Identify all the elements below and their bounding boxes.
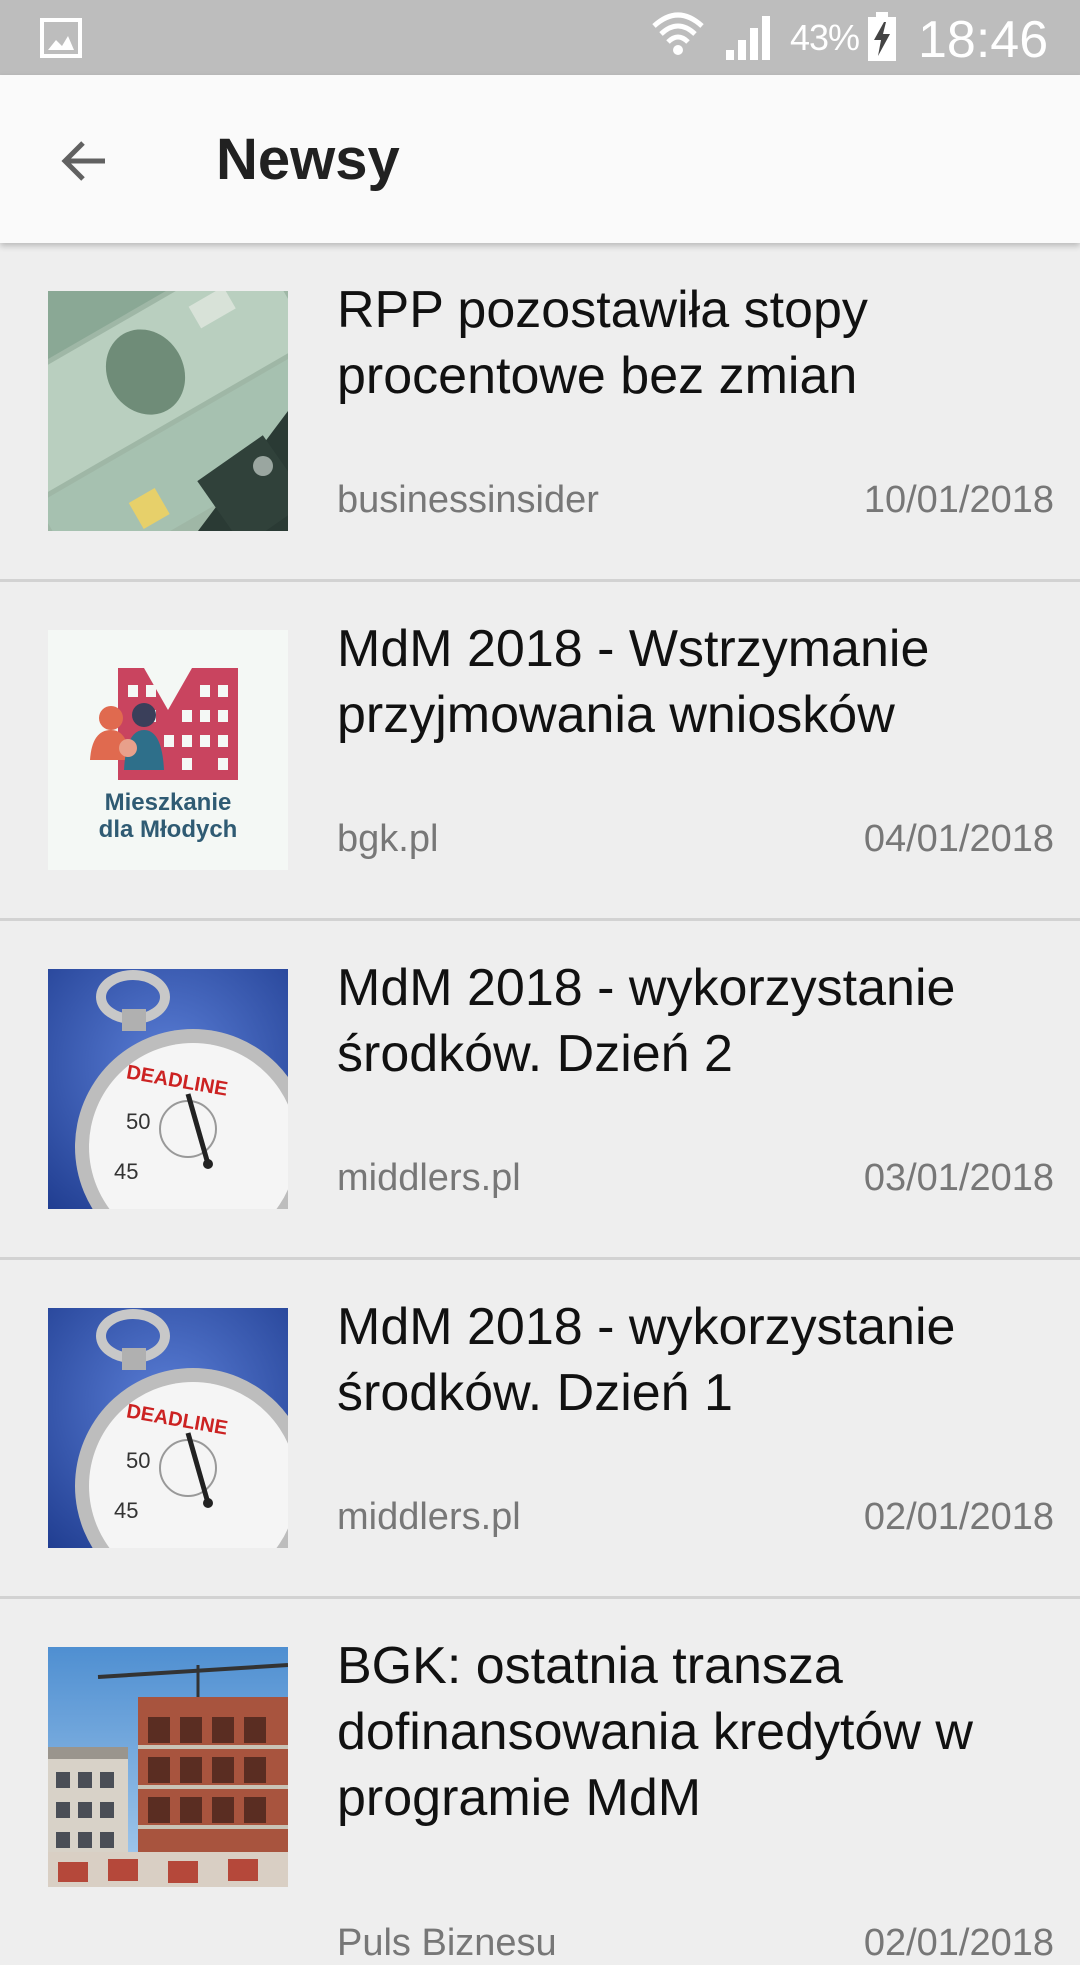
news-source: businessinsider	[337, 479, 599, 521]
news-thumbnail-mdm-logo: Mieszkanie dla Młodych	[48, 630, 288, 870]
news-source: middlers.pl	[337, 1157, 521, 1199]
news-date: 02/01/2018	[863, 1496, 1054, 1538]
gallery-notification-icon	[40, 18, 82, 58]
signal-icon	[726, 16, 770, 60]
news-source: Puls Biznesu	[337, 1922, 557, 1964]
battery-percent: 43%	[790, 17, 860, 58]
news-thumbnail-stopwatch: DEADLINE 50 45	[48, 969, 288, 1209]
news-item[interactable]: BGK: ostatnia transza dofinansowania kre…	[0, 1599, 1080, 1964]
battery-charging-icon	[868, 12, 896, 61]
news-thumbnail-banknotes	[48, 291, 288, 531]
news-title: BGK: ostatnia transza dofinansowania kre…	[337, 1637, 973, 1827]
news-item[interactable]: DEADLINE 50 45 MdM 2018 - wykorzystanie …	[0, 921, 1080, 1260]
news-thumbnail-stopwatch: DEADLINE 50 45	[48, 1308, 288, 1548]
back-button[interactable]	[40, 117, 128, 205]
news-title: MdM 2018 - wykorzystanie środków. Dzień …	[337, 959, 956, 1083]
clock: 18:46	[918, 11, 1049, 69]
app-bar: Newsy	[0, 75, 1080, 243]
page-title: Newsy	[216, 127, 400, 192]
news-title: RPP pozostawiła stopy procentowe bez zmi…	[337, 281, 868, 405]
logo-text-line1: Mieszkanie	[105, 789, 232, 816]
arrow-back-icon	[61, 141, 105, 181]
news-date: 02/01/2018	[863, 1922, 1054, 1964]
stopwatch-mark-45: 45	[114, 1159, 138, 1184]
stopwatch-mark-50: 50	[126, 1448, 150, 1473]
news-item[interactable]: Mieszkanie dla Młodych MdM 2018 - Wstrzy…	[0, 582, 1080, 921]
news-list: RPP pozostawiła stopy procentowe bez zmi…	[0, 243, 1080, 1964]
stopwatch-mark-45: 45	[114, 1498, 138, 1523]
news-title: MdM 2018 - wykorzystanie środków. Dzień …	[337, 1298, 956, 1422]
status-bar: 43% 18:46	[0, 0, 1080, 75]
news-source: bgk.pl	[337, 818, 439, 860]
news-item[interactable]: DEADLINE 50 45 MdM 2018 - wykorzystanie …	[0, 1260, 1080, 1599]
news-thumbnail-construction	[48, 1647, 288, 1887]
news-item[interactable]: RPP pozostawiła stopy procentowe bez zmi…	[0, 243, 1080, 582]
news-title: MdM 2018 - Wstrzymanie przyjmowania wnio…	[337, 620, 930, 744]
news-date: 04/01/2018	[863, 818, 1054, 860]
news-date: 03/01/2018	[863, 1157, 1054, 1199]
logo-text-line2: dla Młodych	[99, 816, 238, 843]
news-date: 10/01/2018	[863, 479, 1054, 521]
stopwatch-mark-50: 50	[126, 1109, 150, 1134]
wifi-icon	[652, 12, 704, 55]
news-source: middlers.pl	[337, 1496, 521, 1538]
